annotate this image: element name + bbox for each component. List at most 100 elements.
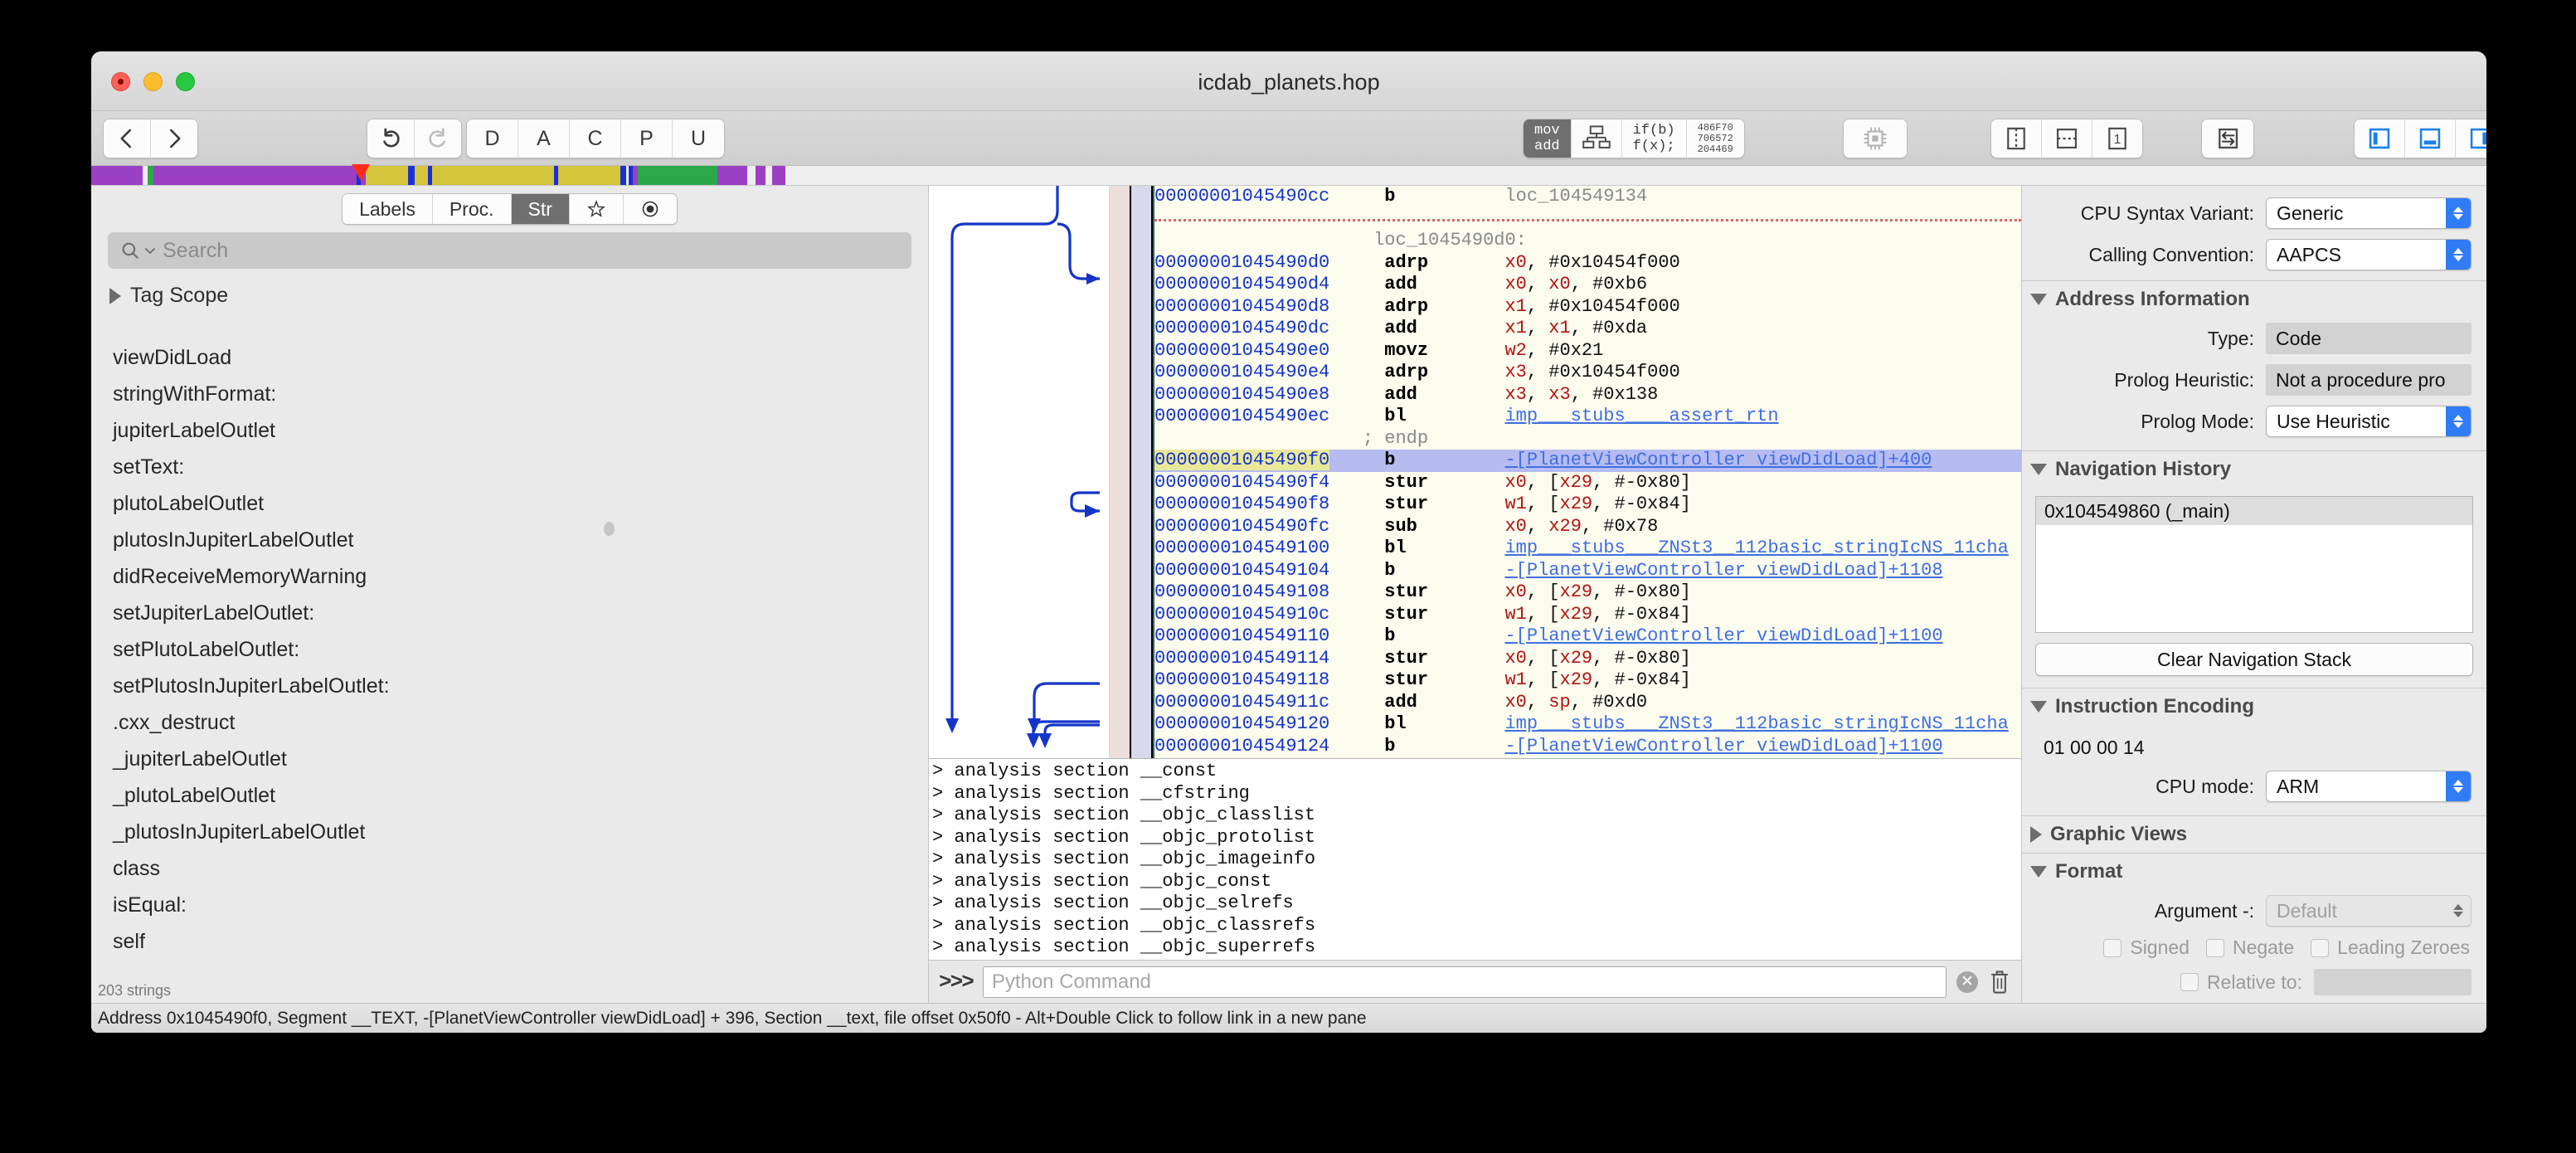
symbol-list[interactable]: viewDidLoadstringWithFormat:jupiterLabel… [91,313,928,978]
sidebar-symbol-item[interactable]: plutosInJupiterLabelOutlet [91,522,928,558]
view-cfg-button[interactable] [1572,119,1622,158]
disassembly-line[interactable]: 00000001045490f4 stur x0, [x29, #-0x80] … [1154,472,2021,494]
disassembly-line[interactable]: 000000010454911c add x0, sp, #0xd0 [1154,692,2021,714]
disassembly-line[interactable]: 0000000104549128 stur x0, [x29, #-0x80] … [1154,757,2021,758]
disassembly-line[interactable]: 00000001045490f0 b -[PlanetViewControlle… [1154,450,2021,472]
sidebar-symbol-item[interactable]: stringWithFormat: [91,376,928,412]
mode-button-d[interactable]: D [467,119,518,158]
operand-link[interactable]: -[PlanetViewController viewDidLoad]+1100 [1504,625,1942,646]
prolog-mode-select[interactable]: Use Heuristic [2266,406,2472,437]
segment-color-bar[interactable] [91,166,2486,186]
search-chevron-down-icon[interactable] [144,245,156,256]
disassembly-line[interactable]: 00000001045490d0 adrp x0, #0x10454f000 ; [1154,252,2021,275]
view-pseudocode-button[interactable]: if(b) f(x); [1622,119,1687,158]
relative-to-checkbox[interactable]: Relative to: [2180,971,2302,994]
disassembly-line[interactable]: 0000000104549124 b -[PlanetViewControlle… [1154,736,2021,758]
sidebar-symbol-item[interactable]: setText: [91,449,928,485]
negate-checkbox[interactable]: Negate [2206,937,2294,959]
disassembly-line[interactable]: 0000000104549120 bl imp___stubs___ZNSt3_… [1154,713,2021,736]
console-output[interactable]: > analysis section __const> analysis sec… [929,759,2021,960]
disassembly-line[interactable]: 00000001045490cc b loc_104549134 [1154,186,2021,208]
disassembly-line[interactable]: 00000001045490fc sub x0, x29, #0x78 [1154,516,2021,538]
disassembly-line[interactable]: 000000010454910c stur w1, [x29, #-0x84] [1154,604,2021,626]
operand-link[interactable]: -[PlanetViewController viewDidLoad]+1108 [1504,560,1942,581]
tab-procedures[interactable]: Proc. [433,194,512,224]
relative-to-field[interactable] [2314,969,2472,995]
leading-zeroes-checkbox[interactable]: Leading Zeroes [2311,937,2470,959]
forward-button[interactable] [151,119,197,158]
argument-stepper-icon[interactable] [2446,896,2471,926]
operand-link[interactable]: imp___stubs___ZNSt3__112basic_stringIcNS… [1504,713,2008,734]
sidebar-symbol-item[interactable]: setJupiterLabelOutlet: [91,595,928,631]
sidebar-symbol-item[interactable]: isEqual: [91,887,928,923]
mode-button-p[interactable]: P [621,119,673,158]
operand-link[interactable]: imp___stubs____assert_rtn [1504,406,1778,426]
toggle-bottom-panel-button[interactable] [2405,119,2456,158]
sidebar-symbol-item[interactable]: .cxx_destruct [91,704,928,741]
disassembly-line[interactable]: 00000001045490f8 stur w1, [x29, #-0x84] [1154,494,2021,516]
cpu-syntax-stepper-icon[interactable] [2446,198,2471,228]
navigation-history-section-header[interactable]: Navigation History [2022,450,2486,488]
single-pane-button[interactable]: 1 [2092,119,2142,158]
disassembly-line[interactable]: 00000001045490e4 adrp x3, #0x10454f000 ; [1154,362,2021,384]
sidebar-symbol-item[interactable]: viewDidLoad [91,339,928,376]
prolog-mode-stepper-icon[interactable] [2446,406,2471,436]
calling-convention-stepper-icon[interactable] [2446,240,2471,270]
cpu-settings-button[interactable] [1844,119,1907,158]
disassembly-line[interactable]: 0000000104549108 stur x0, [x29, #-0x80] … [1154,581,2021,604]
operand-link[interactable]: -[PlanetViewController viewDidLoad]+400 [1504,450,1932,470]
format-section-header[interactable]: Format [2022,853,2486,890]
view-assembly-button[interactable]: mov add [1524,119,1572,158]
cpu-syntax-select[interactable]: Generic [2266,197,2472,229]
disassembly-line[interactable]: 00000001045490dc add x1, x1, #0xda ; [1154,318,2021,340]
toggle-left-sidebar-button[interactable] [2355,119,2405,158]
disassembly-listing[interactable]: 00000001045490cc b loc_104549134 loc_104… [1153,186,2021,758]
tab-favorites[interactable] [570,194,624,224]
disassembly-line[interactable]: 00000001045490d8 adrp x1, #0x10454f000 ; [1154,296,2021,319]
tab-strings[interactable]: Str [512,194,570,224]
back-button[interactable] [104,119,151,158]
tag-scope-disclosure[interactable]: Tag Scope [91,269,928,313]
split-horizontal-button[interactable] [2042,119,2092,158]
cpu-mode-stepper-icon[interactable] [2446,771,2471,801]
disassembly-line[interactable]: 00000001045490e0 movz w2, #0x21 ; [1154,340,2021,362]
sidebar-symbol-item[interactable]: _jupiterLabelOutlet [91,741,928,777]
navigation-history-entry[interactable]: 0x104549860 (_main) [2036,497,2472,525]
python-command-input[interactable]: Python Command [983,966,1947,998]
clear-navigation-stack-button[interactable]: Clear Navigation Stack [2035,643,2473,676]
trash-icon[interactable] [1988,969,2011,995]
cpu-mode-select[interactable]: ARM [2266,771,2472,802]
sidebar-symbol-item[interactable]: didReceiveMemoryWarning [91,558,928,595]
disassembly-line[interactable]: 0000000104549114 stur x0, [x29, #-0x80] … [1154,648,2021,670]
signed-checkbox[interactable]: Signed [2103,937,2190,959]
mode-button-u[interactable]: U [673,119,724,158]
redo-button[interactable] [415,119,461,158]
disassembly-endp-line[interactable]: ; endp [1154,428,2021,450]
sidebar-symbol-item[interactable]: self [91,923,928,960]
clear-input-icon[interactable]: ✕ [1956,971,1978,993]
graphic-views-section-header[interactable]: Graphic Views [2022,815,2486,853]
address-information-section-header[interactable]: Address Information [2022,280,2486,318]
disassembly-line[interactable]: 0000000104549110 b -[PlanetViewControlle… [1154,625,2021,648]
disassembly-label-line[interactable]: loc_1045490d0: [1154,230,2021,252]
disassembly-line[interactable]: 00000001045490d4 add x0, x0, #0xb6 ; [1154,274,2021,296]
operand-link[interactable]: imp___stubs___ZNSt3__112basic_stringIcNS… [1504,538,2008,558]
sidebar-symbol-item[interactable]: _plutoLabelOutlet [91,777,928,814]
tab-tags[interactable] [624,194,677,224]
tab-labels[interactable]: Labels [343,194,433,224]
toggle-right-inspector-button[interactable] [2456,119,2486,158]
navigation-history-list[interactable]: 0x104549860 (_main) [2035,496,2473,633]
argument-select[interactable]: Default [2266,895,2472,927]
disassembly-line[interactable]: 0000000104549104 b -[PlanetViewControlle… [1154,560,2021,582]
mode-button-a[interactable]: A [518,119,570,158]
disassembly-line[interactable]: 0000000104549100 bl imp___stubs___ZNSt3_… [1154,538,2021,560]
sidebar-symbol-item[interactable]: plutoLabelOutlet [91,485,928,522]
sidebar-symbol-item[interactable]: class [91,850,928,887]
calling-convention-select[interactable]: AAPCS [2266,239,2472,270]
view-hex-button[interactable]: 486F70 706572 204469 [1687,119,1744,158]
disassembly-line[interactable]: 00000001045490e8 add x3, x3, #0x138 ; [1154,384,2021,406]
sidebar-symbol-item[interactable]: setPlutosInJupiterLabelOutlet: [91,668,928,704]
undo-button[interactable] [367,119,415,158]
sidebar-symbol-item[interactable]: setPlutoLabelOutlet: [91,631,928,668]
sync-panes-button[interactable] [2202,119,2253,158]
